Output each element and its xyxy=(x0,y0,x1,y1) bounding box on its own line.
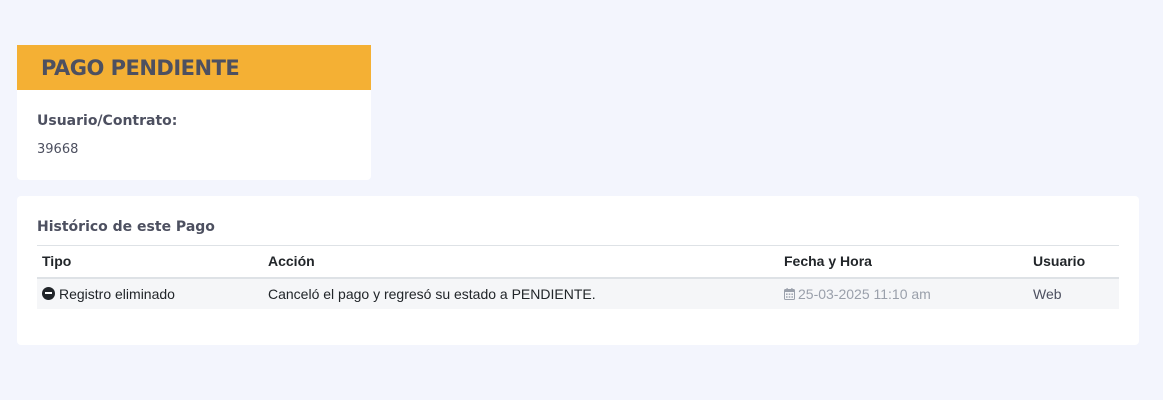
tipo-text: Registro eliminado xyxy=(59,285,175,302)
column-header-fecha: Fecha y Hora xyxy=(784,253,872,270)
history-table: Tipo Acción Fecha y Hora Usuario Registr… xyxy=(37,245,1119,309)
table-header-row: Tipo Acción Fecha y Hora Usuario xyxy=(37,245,1119,278)
history-title: Histórico de este Pago xyxy=(37,219,215,235)
status-title: PAGO PENDIENTE xyxy=(41,55,240,80)
status-card: PAGO PENDIENTE Usuario/Contrato: 39668 xyxy=(17,45,371,180)
status-header: PAGO PENDIENTE xyxy=(17,45,371,90)
calendar-icon xyxy=(784,287,795,300)
cell-usuario: Web xyxy=(1033,285,1062,302)
user-contract-value: 39668 xyxy=(37,142,79,157)
history-card: Histórico de este Pago Tipo Acción Fecha… xyxy=(17,196,1139,345)
column-header-usuario: Usuario xyxy=(1033,253,1086,270)
cell-tipo: Registro eliminado xyxy=(37,278,263,309)
user-contract-label: Usuario/Contrato: xyxy=(37,113,178,129)
column-header-tipo: Tipo xyxy=(42,253,72,270)
column-header-accion: Acción xyxy=(268,253,315,270)
fecha-text: 25-03-2025 11:10 am xyxy=(798,285,931,302)
minus-circle-icon xyxy=(42,286,55,300)
table-row: Registro eliminado Canceló el pago y reg… xyxy=(37,277,1119,309)
cell-accion: Canceló el pago y regresó su estado a PE… xyxy=(268,285,596,302)
cell-fecha: 25-03-2025 11:10 am xyxy=(779,278,1028,309)
